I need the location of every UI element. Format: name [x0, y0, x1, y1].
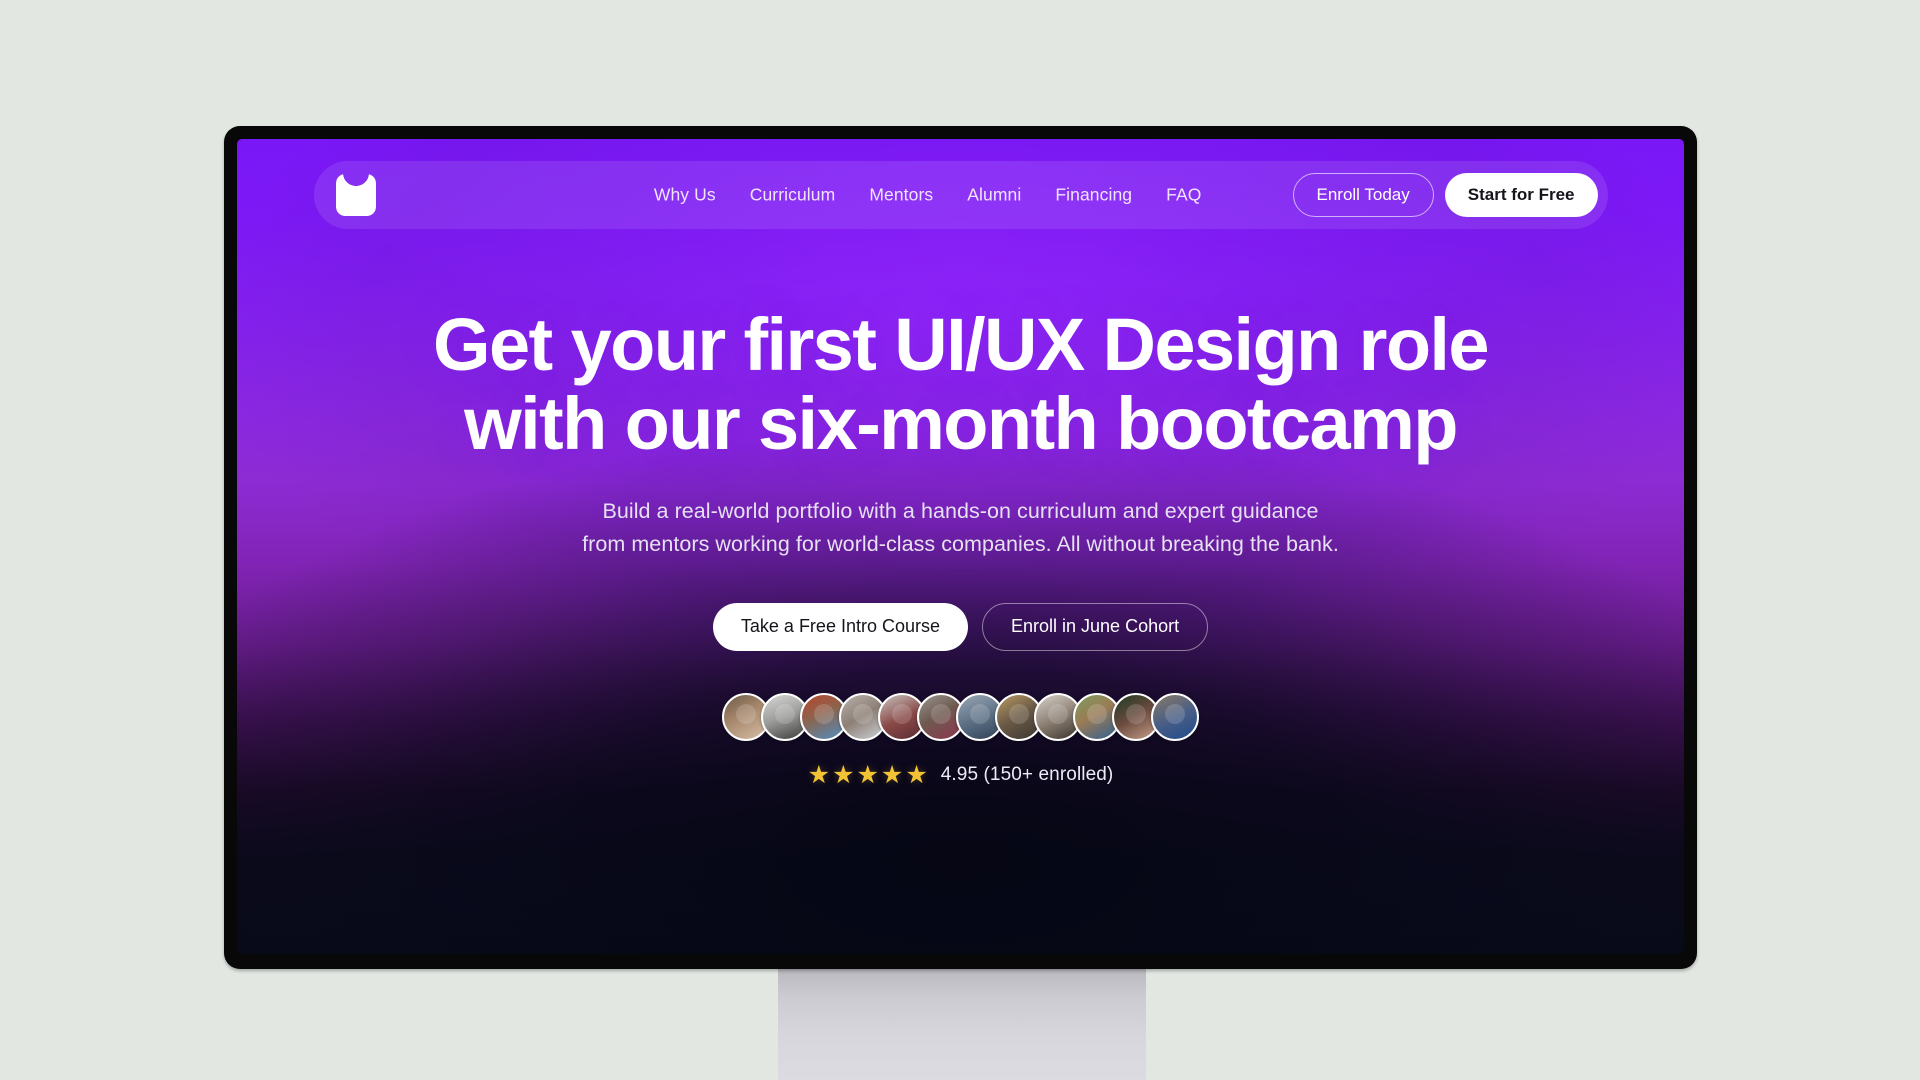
rating-row: ★ ★ ★ ★ ★ 4.95 (150+ enrolled)	[807, 760, 1114, 789]
nav-link-curriculum[interactable]: Curriculum	[750, 185, 836, 206]
nav-link-alumni[interactable]: Alumni	[967, 185, 1021, 206]
nav-link-faq[interactable]: FAQ	[1166, 185, 1201, 206]
nav-link-financing[interactable]: Financing	[1055, 185, 1132, 206]
hero-cta-group: Take a Free Intro Course Enroll in June …	[712, 602, 1209, 651]
take-free-intro-course-button[interactable]: Take a Free Intro Course	[712, 602, 968, 651]
nav-links: Why Us Curriculum Mentors Alumni Financi…	[654, 185, 1202, 206]
monitor-screen: Why Us Curriculum Mentors Alumni Financi…	[237, 139, 1684, 954]
landing-page: Why Us Curriculum Mentors Alumni Financi…	[237, 139, 1684, 954]
nav-link-why-us[interactable]: Why Us	[654, 185, 716, 206]
brand-logo-icon[interactable]	[335, 174, 376, 216]
page-title: Get your first UI/UX Design role with ou…	[433, 303, 1490, 466]
student-avatar-12[interactable]	[1151, 692, 1199, 741]
monitor-bezel: Why Us Curriculum Mentors Alumni Financi…	[224, 126, 1697, 969]
headline-line-2: with our six-month bootcamp	[464, 382, 1458, 466]
monitor-scene: Why Us Curriculum Mentors Alumni Financi…	[0, 0, 1920, 1080]
subtitle-line-1: Build a real-world portfolio with a hand…	[602, 499, 1319, 524]
navbar: Why Us Curriculum Mentors Alumni Financi…	[313, 161, 1608, 229]
hero-section: Get your first UI/UX Design role with ou…	[237, 305, 1684, 788]
subtitle-line-2: from mentors working for world-class com…	[582, 531, 1339, 556]
nav-actions: Enroll Today Start for Free	[1292, 173, 1598, 217]
monitor-stand-neck	[778, 968, 1146, 1080]
star-rating-icons: ★ ★ ★ ★ ★	[807, 760, 928, 789]
star-icon: ★	[832, 760, 855, 789]
enroll-june-cohort-button[interactable]: Enroll in June Cohort	[982, 602, 1209, 651]
start-for-free-button[interactable]: Start for Free	[1444, 173, 1598, 217]
star-icon: ★	[856, 760, 879, 789]
student-avatar-stack	[722, 692, 1199, 741]
headline-line-1: Get your first UI/UX Design role	[433, 303, 1490, 386]
hero-subtitle: Build a real-world portfolio with a hand…	[582, 495, 1339, 560]
star-icon: ★	[880, 760, 904, 789]
nav-link-mentors[interactable]: Mentors	[869, 185, 933, 206]
star-icon: ★	[905, 760, 928, 789]
enroll-today-button[interactable]: Enroll Today	[1292, 173, 1434, 217]
rating-label: 4.95 (150+ enrolled)	[940, 764, 1114, 786]
star-icon: ★	[807, 760, 831, 789]
